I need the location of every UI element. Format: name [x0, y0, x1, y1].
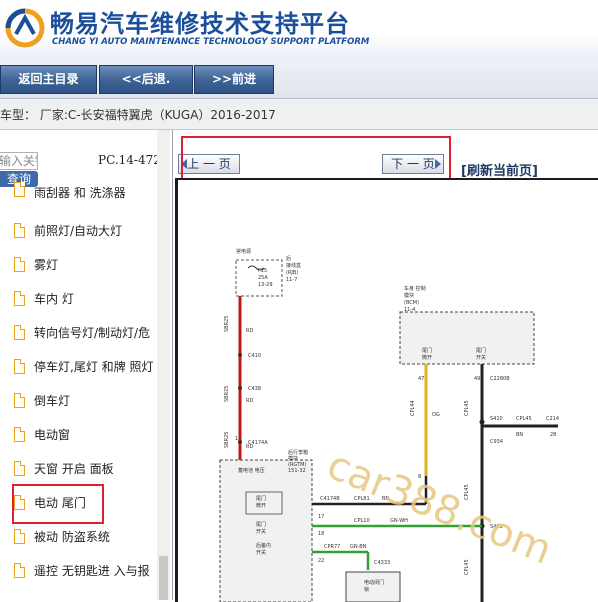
svg-text:后备内: 后备内: [256, 542, 271, 549]
back-button[interactable]: <<后退.: [99, 65, 193, 94]
hot-battery-label: 常电源: [236, 248, 251, 255]
svg-text:C4333: C4333: [374, 560, 390, 566]
svg-text:BN: BN: [516, 432, 523, 438]
sidebar-scroll-thumb[interactable]: [159, 556, 168, 600]
document-icon: [14, 529, 25, 544]
svg-text:开关: 开关: [256, 528, 266, 535]
svg-text:SBR25: SBR25: [224, 316, 230, 332]
svg-text:CPL44: CPL44: [410, 400, 416, 416]
document-icon: [14, 257, 25, 272]
document-icon: [14, 461, 25, 476]
document-icon: [14, 182, 25, 197]
svg-text:C214: C214: [546, 416, 559, 422]
svg-text:47: 47: [418, 376, 424, 382]
svg-text:微开: 微开: [256, 502, 266, 509]
platform-logo-icon: [5, 8, 45, 48]
vehicle-breadcrumb: 车型： 厂家:C-长安福特翼虎（KUGA）2016-2017: [0, 99, 598, 130]
svg-text:CPL45: CPL45: [516, 416, 532, 422]
site-title: 畅易汽车维修技术支持平台: [50, 10, 350, 38]
svg-text:模块: 模块: [288, 455, 298, 462]
svg-text:开关: 开关: [476, 354, 486, 361]
svg-text:模块: 模块: [404, 292, 414, 299]
svg-text:尾门: 尾门: [256, 495, 266, 502]
svg-text:(BCM): (BCM): [404, 300, 419, 306]
svg-text:C410: C410: [248, 353, 261, 359]
sidebar-item-label: 雨刮器 和 洗涤器: [34, 186, 126, 200]
svg-text:(RJB): (RJB): [286, 270, 298, 276]
svg-text:锁: 锁: [364, 586, 369, 593]
svg-text:RD: RD: [246, 398, 253, 404]
svg-text:151-32: 151-32: [288, 468, 306, 474]
svg-text:28: 28: [550, 432, 556, 438]
svg-text:CPL10: CPL10: [354, 518, 370, 524]
document-icon: [14, 325, 25, 340]
svg-text:S410: S410: [490, 416, 503, 422]
svg-text:49: 49: [474, 376, 480, 382]
svg-text:开关: 开关: [256, 549, 266, 556]
svg-text:C4174B: C4174B: [320, 496, 340, 502]
sidebar-item-label: 倒车灯: [34, 394, 71, 408]
svg-text:蓄电池 电压: 蓄电池 电压: [238, 467, 265, 474]
document-icon: [14, 563, 25, 578]
document-icon: [14, 291, 25, 306]
svg-text:CPR77: CPR77: [324, 544, 340, 550]
svg-text:SBR25: SBR25: [224, 432, 230, 448]
svg-text:微开: 微开: [422, 354, 432, 361]
fusebox-label: 后: [286, 255, 291, 262]
fuse-loc-label: 13-29: [258, 282, 273, 288]
document-icon: [14, 393, 25, 408]
svg-text:尾门: 尾门: [256, 521, 266, 528]
svg-text:C934: C934: [490, 439, 503, 445]
selected-item-highlight: [12, 484, 104, 524]
svg-text:RD: RD: [246, 328, 253, 334]
document-icon: [14, 427, 25, 442]
svg-text:GN-BN: GN-BN: [350, 544, 367, 550]
svg-text:11-4: 11-4: [404, 307, 415, 313]
svg-text:18: 18: [318, 531, 324, 537]
site-subtitle: CHANG YI AUTO MAINTENANCE TECHNOLOGY SUP…: [52, 37, 370, 47]
svg-text:1: 1: [235, 436, 238, 442]
forward-button[interactable]: >>前进: [194, 65, 274, 94]
sidebar-item-label: 停车灯,尾灯 和牌 照灯: [34, 360, 154, 374]
document-icon: [14, 223, 25, 238]
fusebox-ref: 11-7: [286, 277, 297, 283]
sidebar-item-label: 天窗 开启 面板: [34, 462, 114, 476]
svg-text:C2280B: C2280B: [490, 376, 510, 382]
svg-text:CPL45: CPL45: [464, 400, 470, 416]
sidebar-item-label: 车内 灯: [34, 292, 74, 306]
svg-text:CPL45: CPL45: [464, 559, 470, 575]
header: 畅易汽车维修技术支持平台 CHANG YI AUTO MAINTENANCE T…: [0, 0, 598, 62]
sidebar-item-label: 转向信号灯/制动灯/危: [34, 326, 151, 340]
svg-text:车身 控制: 车身 控制: [404, 285, 426, 292]
sidebar-item-label: 前照灯/自动大灯: [34, 224, 123, 238]
search-input[interactable]: 输入关键字查: [0, 152, 38, 170]
sidebar-item-label: 被动 防盗系统: [34, 530, 110, 544]
sidebar: 输入关键字查 查询 PC.14-4721 雨刮器 和 洗涤器 前照灯/自动大灯 …: [0, 130, 173, 600]
svg-text:后行李箱: 后行李箱: [288, 449, 308, 456]
svg-text:电动闭门: 电动闭门: [364, 579, 384, 586]
svg-text:SBR25: SBR25: [224, 386, 230, 402]
sidebar-item-label: 雾灯: [34, 258, 59, 272]
svg-text:尾门: 尾门: [476, 347, 486, 354]
svg-text:17: 17: [318, 514, 324, 520]
svg-text:C438: C438: [248, 386, 261, 392]
svg-text:接线盒: 接线盒: [286, 262, 301, 269]
fuse-amp-label: 25A: [258, 275, 268, 281]
document-icon: [14, 359, 25, 374]
svg-text:尾门: 尾门: [422, 347, 432, 354]
vehicle-model-text: 车型： 厂家:C-长安福特翼虎（KUGA）2016-2017: [0, 108, 276, 122]
wiring-diagram: 常电源 F25 25A 13-29 后 接线盒 (RJB) 11-7 SBR25…: [175, 178, 598, 602]
main-content: 上 一 页 下 一 页 [刷新当前页] 常电源 F25 25A 13-29 后 …: [173, 130, 598, 602]
sidebar-scrollbar[interactable]: [157, 130, 170, 600]
svg-text:OG: OG: [432, 412, 440, 418]
sidebar-item-label: 电动窗: [34, 428, 71, 442]
sidebar-item-label: 遥控 无钥匙进 入与报: [34, 564, 150, 578]
refresh-page-link[interactable]: [刷新当前页]: [461, 160, 538, 179]
toolbar: 返回主目录 <<后退. >>前进: [0, 62, 598, 99]
svg-text:22: 22: [318, 558, 324, 564]
home-button[interactable]: 返回主目录: [0, 65, 97, 94]
svg-text:C4174A: C4174A: [248, 440, 268, 446]
